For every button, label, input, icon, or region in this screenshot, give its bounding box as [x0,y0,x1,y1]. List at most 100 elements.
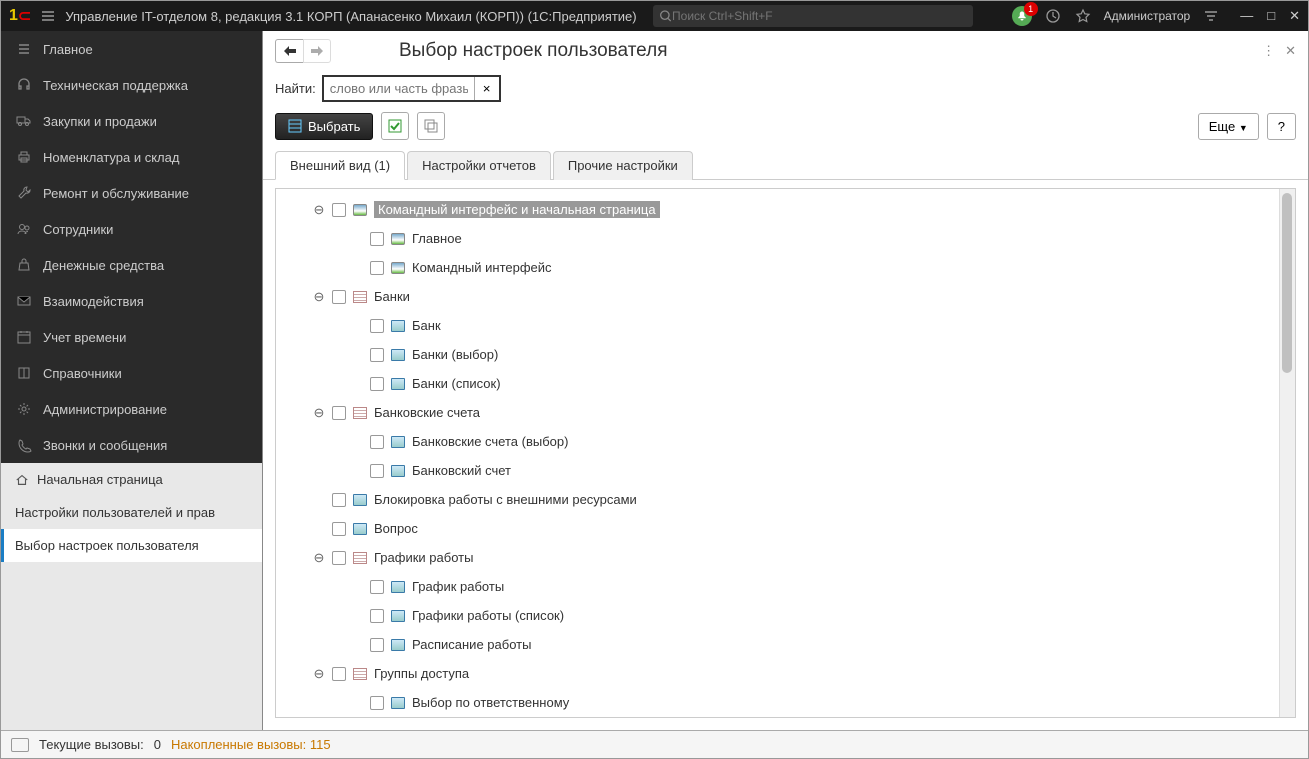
history-icon[interactable] [1044,7,1062,25]
tree-row[interactable]: График работы [280,572,1275,601]
select-button[interactable]: Выбрать [275,113,373,140]
tree-checkbox[interactable] [332,406,346,420]
tree-collapse-icon[interactable]: ⊖ [312,406,326,420]
tree-checkbox[interactable] [370,580,384,594]
sidebar-item-8[interactable]: Учет времени [1,319,262,355]
tab-1[interactable]: Настройки отчетов [407,151,551,180]
nav-forward-button[interactable] [303,39,331,63]
sidebar-item-7[interactable]: Взаимодействия [1,283,262,319]
sidebar-item-10[interactable]: Администрирование [1,391,262,427]
main-panel: Выбор настроек пользователя ⋮ ✕ Найти: ×… [263,31,1308,730]
tree-item-label: Графики работы (список) [412,608,564,623]
sidebar-item-label: Ремонт и обслуживание [43,186,189,201]
maximize-button[interactable]: □ [1267,8,1275,24]
users-icon [15,220,33,238]
tree-checkbox[interactable] [332,290,346,304]
close-window-button[interactable]: ✕ [1289,8,1300,24]
tree-checkbox[interactable] [370,638,384,652]
tree-checkbox[interactable] [370,696,384,710]
tree-row[interactable]: ⊖ Банки [280,282,1275,311]
nav-back-button[interactable] [275,39,303,63]
tab-0[interactable]: Внешний вид (1) [275,151,405,180]
tree-row[interactable]: ⊖Банковские счета [280,398,1275,427]
select-icon [288,119,302,133]
tree-row[interactable]: Расписание работы [280,630,1275,659]
tree-collapse-icon[interactable]: ⊖ [312,203,326,217]
tree-item-label: Расписание работы [412,637,531,652]
tree-checkbox[interactable] [332,522,346,536]
tree-collapse-icon[interactable]: ⊖ [312,290,326,304]
sidebar-item-5[interactable]: Сотрудники [1,211,262,247]
tree-checkbox[interactable] [370,609,384,623]
sidebar-sec-item-1[interactable]: Настройки пользователей и прав [1,496,262,529]
find-input[interactable] [324,77,474,100]
help-button[interactable]: ? [1267,113,1296,140]
settings-tree[interactable]: ⊖Командный интерфейс и начальная страниц… [276,189,1279,717]
tree-row[interactable]: Выбор по ответственному [280,688,1275,717]
bag-icon [15,256,33,274]
tree-item-label: Выбор по ответственному [412,695,569,710]
close-panel-icon[interactable]: ✕ [1285,43,1296,59]
kebab-menu-icon[interactable]: ⋮ [1262,43,1275,59]
tree-row[interactable]: Банковский счет [280,456,1275,485]
tree-checkbox[interactable] [370,348,384,362]
tree-checkbox[interactable] [370,377,384,391]
tree-collapse-icon[interactable]: ⊖ [312,551,326,565]
tree-row[interactable]: Графики работы (список) [280,601,1275,630]
mail-icon [15,292,33,310]
tab-2[interactable]: Прочие настройки [553,151,693,180]
tree-item-icon [352,550,368,566]
menu-icon[interactable] [39,7,57,25]
user-label[interactable]: Администратор [1104,9,1191,23]
sidebar-item-label: Номенклатура и склад [43,150,179,165]
tree-collapse-icon[interactable]: ⊖ [312,667,326,681]
tree-row[interactable]: Банковские счета (выбор) [280,427,1275,456]
tree-checkbox[interactable] [370,464,384,478]
check-all-button[interactable] [381,112,409,140]
tree-checkbox[interactable] [370,232,384,246]
sidebar-item-2[interactable]: Закупки и продажи [1,103,262,139]
tree-checkbox[interactable] [370,435,384,449]
tree-item-label: Банки [374,289,410,304]
tree-item-icon [352,521,368,537]
sidebar-item-0[interactable]: Главное [1,31,262,67]
tree-row[interactable]: ⊖Командный интерфейс и начальная страниц… [280,195,1275,224]
find-clear-button[interactable]: × [474,77,499,100]
tree-row[interactable]: Вопрос [280,514,1275,543]
tree-checkbox[interactable] [332,667,346,681]
more-button[interactable]: Еще ▼ [1198,113,1259,140]
sidebar-item-label: Звонки и сообщения [43,438,167,453]
tree-row[interactable]: Блокировка работы с внешними ресурсами [280,485,1275,514]
sidebar-item-1[interactable]: Техническая поддержка [1,67,262,103]
star-icon[interactable] [1074,7,1092,25]
sidebar-sec-item-0[interactable]: Начальная страница [1,463,262,496]
sidebar-item-4[interactable]: Ремонт и обслуживание [1,175,262,211]
notifications-icon[interactable] [1012,6,1032,26]
tree-row[interactable]: Банк [280,311,1275,340]
tree-row[interactable]: Главное [280,224,1275,253]
settings-lines-icon[interactable] [1202,7,1220,25]
tree-checkbox[interactable] [332,203,346,217]
minimize-button[interactable]: — [1240,8,1253,24]
sidebar-item-9[interactable]: Справочники [1,355,262,391]
tree-row[interactable]: Командный интерфейс [280,253,1275,282]
tree-checkbox[interactable] [332,493,346,507]
status-monitor-icon[interactable] [11,738,29,752]
tree-checkbox[interactable] [370,319,384,333]
sidebar-item-3[interactable]: Номенклатура и склад [1,139,262,175]
tree-checkbox[interactable] [370,261,384,275]
tree-checkbox[interactable] [332,551,346,565]
sidebar-sec-item-2[interactable]: Выбор настроек пользователя [1,529,262,562]
tree-scrollbar[interactable] [1279,189,1295,717]
sidebar-item-6[interactable]: Денежные средства [1,247,262,283]
tree-row[interactable]: ⊖Графики работы [280,543,1275,572]
tree-row[interactable]: Банки (выбор) [280,340,1275,369]
sidebar-item-11[interactable]: Звонки и сообщения [1,427,262,463]
global-search-input[interactable] [672,9,967,23]
tree-scrollbar-thumb[interactable] [1282,193,1292,373]
phone-icon [15,436,33,454]
tree-row[interactable]: ⊖Группы доступа [280,659,1275,688]
uncheck-all-button[interactable] [417,112,445,140]
tree-row[interactable]: Банки (список) [280,369,1275,398]
global-search[interactable] [653,5,973,27]
